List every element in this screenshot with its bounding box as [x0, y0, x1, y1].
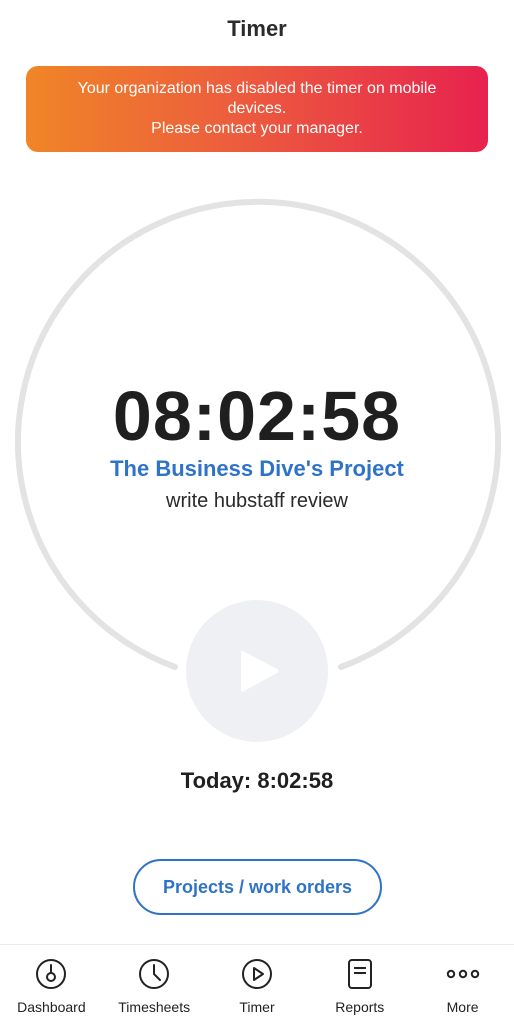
more-icon [446, 957, 480, 991]
nav-item-reports[interactable]: Reports [308, 945, 411, 1024]
clock-icon [137, 957, 171, 991]
timer-disabled-alert: Your organization has disabled the timer… [26, 66, 488, 152]
projects-button-label: Projects / work orders [162, 876, 353, 897]
nav-item-more[interactable]: More [411, 945, 514, 1024]
nav-label-dashboard: Dashboard [17, 999, 86, 1015]
alert-message: Your organization has disabled the timer… [77, 80, 437, 117]
nav-label-more: More [446, 999, 479, 1015]
play-circle-icon [240, 957, 274, 991]
page-title: Timer [227, 16, 287, 41]
elapsed-time: 08:02:58 [112, 377, 402, 455]
nav-label-reports: Reports [335, 999, 385, 1015]
today-value: 8:02:58 [257, 768, 334, 793]
nav-label-timesheets: Timesheets [118, 999, 191, 1015]
today-label: Today: [180, 768, 252, 793]
app-header: Timer [0, 0, 514, 58]
alert-instruction: Please contact your manager. [151, 120, 363, 137]
timer-screen: Timer Your organization has disabled the… [0, 0, 514, 1024]
nav-label-timer: Timer [239, 999, 275, 1015]
today-total: Today: 8:02:58 [0, 768, 514, 794]
start-timer-button[interactable] [186, 600, 328, 742]
nav-item-timesheets[interactable]: Timesheets [103, 945, 206, 1024]
task-name[interactable]: write hubstaff review [0, 490, 514, 513]
nav-item-timer[interactable]: Timer [206, 945, 309, 1024]
projects-work-orders-button[interactable]: Projects / work orders [133, 859, 382, 915]
bottom-navigation: Dashboard Timesheets Timer Reports More [0, 944, 514, 1024]
nav-item-dashboard[interactable]: Dashboard [0, 945, 103, 1024]
reports-icon [343, 957, 377, 991]
dashboard-icon [34, 957, 68, 991]
project-name[interactable]: The Business Dive's Project [0, 456, 514, 482]
play-icon [241, 650, 279, 692]
